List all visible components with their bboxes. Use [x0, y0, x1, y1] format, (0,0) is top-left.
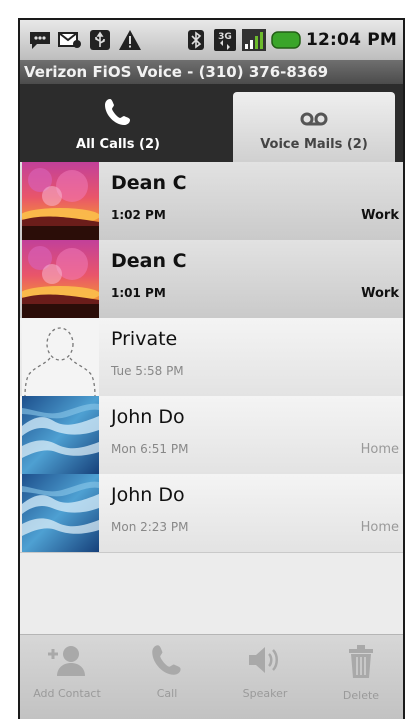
mail-icon: [58, 29, 82, 51]
call-time: 1:01 PM: [111, 286, 166, 300]
speaker-button[interactable]: Speaker: [220, 643, 310, 700]
bluetooth-icon: [184, 29, 208, 51]
add-contact-label: Add Contact: [33, 687, 101, 700]
call-label: Work: [361, 208, 399, 223]
caller-name: Private: [111, 328, 178, 350]
call-time: 1:02 PM: [111, 208, 166, 222]
signal-icon: [241, 29, 266, 51]
phone-screen: 3G 12:04 PM Verizon FiOS Voice - (310) 3…: [18, 18, 405, 719]
call-time: Mon 6:51 PM: [111, 442, 189, 456]
contact-photo: [22, 162, 99, 240]
add-contact-button[interactable]: Add Contact: [22, 643, 112, 700]
call-label: Home: [360, 442, 399, 457]
svg-text:3G: 3G: [218, 32, 232, 42]
action-bar: Add Contact Call Speaker Delete: [20, 634, 403, 719]
call-label: Work: [361, 286, 399, 301]
status-bar: 3G 12:04 PM: [20, 20, 403, 60]
call-list-item[interactable]: Dean C 1:02 PM Work: [20, 162, 403, 241]
battery-icon: [271, 29, 301, 51]
usb-icon: [88, 29, 112, 51]
phone-icon: [150, 643, 184, 681]
speaker-icon: [245, 643, 285, 681]
call-time: Tue 5:58 PM: [111, 364, 184, 378]
call-button[interactable]: Call: [122, 643, 212, 700]
3g-icon: 3G: [213, 29, 237, 51]
call-list-item[interactable]: John Do Mon 6:51 PM Home: [20, 396, 403, 475]
message-icon: [28, 29, 52, 51]
call-list-item[interactable]: John Do Mon 2:23 PM Home: [20, 474, 403, 553]
warning-icon: [118, 29, 142, 51]
app-title: Verizon FiOS Voice - (310) 376-8369: [20, 60, 403, 84]
call-list: Dean C 1:02 PM Work Dean C 1:01 PM Work …: [20, 162, 403, 562]
call-time: Mon 2:23 PM: [111, 520, 189, 534]
speaker-label: Speaker: [242, 687, 288, 700]
caller-name: John Do: [111, 484, 185, 506]
contact-photo: [22, 396, 99, 474]
contact-photo: [22, 240, 99, 318]
voicemail-icon: [300, 111, 328, 131]
tab-voice-mails-label: Voice Mails (2): [260, 137, 368, 152]
tab-voice-mails[interactable]: Voice Mails (2): [233, 92, 395, 162]
add-contact-icon: [47, 643, 87, 681]
status-time: 12:04 PM: [305, 30, 397, 50]
caller-name: John Do: [111, 406, 185, 428]
tab-all-calls-label: All Calls (2): [76, 137, 160, 152]
delete-button[interactable]: Delete: [316, 643, 403, 702]
contact-photo-placeholder: [22, 318, 99, 396]
call-label: Call: [156, 687, 178, 700]
caller-name: Dean C: [111, 250, 187, 272]
call-label: Home: [360, 520, 399, 535]
caller-name: Dean C: [111, 172, 187, 194]
trash-icon: [345, 643, 377, 683]
delete-label: Delete: [342, 689, 380, 702]
tab-all-calls[interactable]: All Calls (2): [20, 84, 216, 162]
phone-icon: [103, 97, 133, 131]
tab-bar: All Calls (2) Voice Mails (2): [20, 84, 403, 162]
contact-photo: [22, 474, 99, 552]
call-list-item[interactable]: Private Tue 5:58 PM: [20, 318, 403, 397]
call-list-item[interactable]: Dean C 1:01 PM Work: [20, 240, 403, 319]
